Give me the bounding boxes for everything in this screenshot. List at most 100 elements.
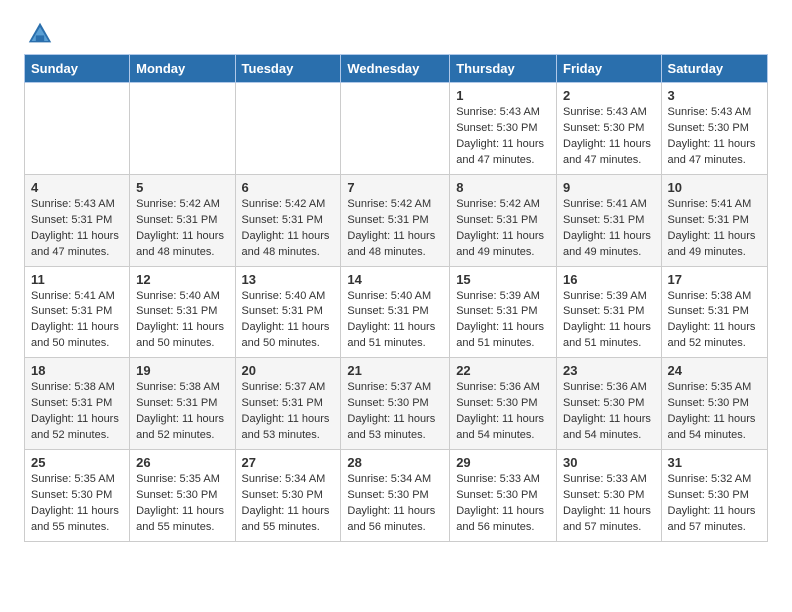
- day-number: 12: [136, 272, 228, 287]
- calendar-table: SundayMondayTuesdayWednesdayThursdayFrid…: [24, 54, 768, 542]
- day-info: Sunrise: 5:41 AMSunset: 5:31 PMDaylight:…: [31, 289, 123, 353]
- day-number: 30: [563, 455, 655, 470]
- day-info: Sunrise: 5:40 AMSunset: 5:31 PMDaylight:…: [347, 289, 443, 353]
- day-info: Sunrise: 5:35 AMSunset: 5:30 PMDaylight:…: [668, 380, 761, 444]
- weekday-header-saturday: Saturday: [661, 55, 767, 83]
- calendar-cell: 14Sunrise: 5:40 AMSunset: 5:31 PMDayligh…: [341, 266, 450, 358]
- calendar-cell: 22 Sunrise: 5:36 AMSunset: 5:30 PMDayligh…: [450, 358, 557, 450]
- calendar-cell: 17Sunrise: 5:38 AMSunset: 5:31 PMDayligh…: [661, 266, 767, 358]
- calendar-cell: 11 Sunrise: 5:41 AMSunset: 5:31 PMDayligh…: [25, 266, 130, 358]
- weekday-header-row: SundayMondayTuesdayWednesdayThursdayFrid…: [25, 55, 768, 83]
- calendar-cell: 30Sunrise: 5:33 AMSunset: 5:30 PMDayligh…: [557, 450, 662, 542]
- day-number: 7: [347, 180, 443, 195]
- calendar-cell: 18 Sunrise: 5:38 AMSunset: 5:31 PMDayligh…: [25, 358, 130, 450]
- day-number: 20: [242, 363, 335, 378]
- week-row-1: 1 Sunrise: 5:43 AMSunset: 5:30 PMDaylight…: [25, 83, 768, 175]
- week-row-3: 11 Sunrise: 5:41 AMSunset: 5:31 PMDayligh…: [25, 266, 768, 358]
- day-info: Sunrise: 5:40 AMSunset: 5:31 PMDaylight:…: [242, 289, 335, 353]
- day-number: 22: [456, 363, 550, 378]
- logo-icon: [26, 20, 54, 48]
- day-info: Sunrise: 5:43 AMSunset: 5:31 PMDaylight:…: [31, 197, 123, 261]
- day-info: Sunrise: 5:36 AMSunset: 5:30 PMDaylight:…: [456, 380, 550, 444]
- day-info: Sunrise: 5:38 AMSunset: 5:31 PMDaylight:…: [31, 380, 123, 444]
- calendar-cell: 29 Sunrise: 5:33 AMSunset: 5:30 PMDayligh…: [450, 450, 557, 542]
- day-number: 16: [563, 272, 655, 287]
- weekday-header-monday: Monday: [130, 55, 235, 83]
- weekday-header-friday: Friday: [557, 55, 662, 83]
- weekday-header-tuesday: Tuesday: [235, 55, 341, 83]
- header: [24, 20, 768, 48]
- calendar-cell: 21 Sunrise: 5:37 AMSunset: 5:30 PMDayligh…: [341, 358, 450, 450]
- calendar-cell: 24 Sunrise: 5:35 AMSunset: 5:30 PMDayligh…: [661, 358, 767, 450]
- weekday-header-thursday: Thursday: [450, 55, 557, 83]
- day-info: Sunrise: 5:38 AMSunset: 5:31 PMDaylight:…: [136, 380, 228, 444]
- calendar-cell: 4 Sunrise: 5:43 AMSunset: 5:31 PMDaylight…: [25, 174, 130, 266]
- calendar-cell: 9 Sunrise: 5:41 AMSunset: 5:31 PMDaylight…: [557, 174, 662, 266]
- week-row-5: 25 Sunrise: 5:35 AMSunset: 5:30 PMDayligh…: [25, 450, 768, 542]
- day-info: Sunrise: 5:42 AMSunset: 5:31 PMDaylight:…: [136, 197, 228, 261]
- calendar-cell: [341, 83, 450, 175]
- calendar-cell: 10 Sunrise: 5:41 AMSunset: 5:31 PMDayligh…: [661, 174, 767, 266]
- day-number: 4: [31, 180, 123, 195]
- day-info: Sunrise: 5:41 AMSunset: 5:31 PMDaylight:…: [668, 197, 761, 261]
- calendar-cell: 27Sunrise: 5:34 AMSunset: 5:30 PMDayligh…: [235, 450, 341, 542]
- day-number: 9: [563, 180, 655, 195]
- calendar-cell: 3Sunrise: 5:43 AMSunset: 5:30 PMDaylight…: [661, 83, 767, 175]
- day-number: 13: [242, 272, 335, 287]
- week-row-2: 4 Sunrise: 5:43 AMSunset: 5:31 PMDaylight…: [25, 174, 768, 266]
- calendar-cell: 23 Sunrise: 5:36 AMSunset: 5:30 PMDayligh…: [557, 358, 662, 450]
- calendar-cell: 28 Sunrise: 5:34 AMSunset: 5:30 PMDayligh…: [341, 450, 450, 542]
- day-number: 24: [668, 363, 761, 378]
- calendar-cell: 2Sunrise: 5:43 AMSunset: 5:30 PMDaylight…: [557, 83, 662, 175]
- day-number: 11: [31, 272, 123, 287]
- page: SundayMondayTuesdayWednesdayThursdayFrid…: [0, 0, 792, 562]
- day-number: 19: [136, 363, 228, 378]
- day-info: Sunrise: 5:43 AMSunset: 5:30 PMDaylight:…: [456, 105, 550, 169]
- calendar-cell: 20 Sunrise: 5:37 AMSunset: 5:31 PMDayligh…: [235, 358, 341, 450]
- calendar-cell: [130, 83, 235, 175]
- day-number: 25: [31, 455, 123, 470]
- day-info: Sunrise: 5:37 AMSunset: 5:30 PMDaylight:…: [347, 380, 443, 444]
- day-info: Sunrise: 5:33 AMSunset: 5:30 PMDaylight:…: [456, 472, 550, 536]
- day-number: 8: [456, 180, 550, 195]
- calendar-cell: 7 Sunrise: 5:42 AMSunset: 5:31 PMDaylight…: [341, 174, 450, 266]
- calendar-cell: 25Sunrise: 5:35 AMSunset: 5:30 PMDayligh…: [25, 450, 130, 542]
- weekday-header-wednesday: Wednesday: [341, 55, 450, 83]
- day-number: 17: [668, 272, 761, 287]
- day-number: 6: [242, 180, 335, 195]
- calendar-cell: 8 Sunrise: 5:42 AMSunset: 5:31 PMDaylight…: [450, 174, 557, 266]
- day-number: 28: [347, 455, 443, 470]
- logo: [24, 20, 54, 48]
- day-number: 2: [563, 88, 655, 103]
- day-info: Sunrise: 5:40 AMSunset: 5:31 PMDaylight:…: [136, 289, 228, 353]
- calendar-cell: 15 Sunrise: 5:39 AMSunset: 5:31 PMDayligh…: [450, 266, 557, 358]
- day-number: 1: [456, 88, 550, 103]
- day-info: Sunrise: 5:39 AMSunset: 5:31 PMDaylight:…: [456, 289, 550, 353]
- weekday-header-sunday: Sunday: [25, 55, 130, 83]
- day-info: Sunrise: 5:32 AMSunset: 5:30 PMDaylight:…: [668, 472, 761, 536]
- day-info: Sunrise: 5:43 AMSunset: 5:30 PMDaylight:…: [668, 105, 761, 169]
- day-number: 26: [136, 455, 228, 470]
- day-number: 5: [136, 180, 228, 195]
- day-number: 29: [456, 455, 550, 470]
- day-number: 18: [31, 363, 123, 378]
- day-number: 15: [456, 272, 550, 287]
- day-info: Sunrise: 5:36 AMSunset: 5:30 PMDaylight:…: [563, 380, 655, 444]
- calendar-cell: 31 Sunrise: 5:32 AMSunset: 5:30 PMDayligh…: [661, 450, 767, 542]
- calendar-cell: 16Sunrise: 5:39 AMSunset: 5:31 PMDayligh…: [557, 266, 662, 358]
- day-number: 21: [347, 363, 443, 378]
- day-info: Sunrise: 5:42 AMSunset: 5:31 PMDaylight:…: [242, 197, 335, 261]
- day-info: Sunrise: 5:41 AMSunset: 5:31 PMDaylight:…: [563, 197, 655, 261]
- day-info: Sunrise: 5:37 AMSunset: 5:31 PMDaylight:…: [242, 380, 335, 444]
- calendar-cell: 19 Sunrise: 5:38 AMSunset: 5:31 PMDayligh…: [130, 358, 235, 450]
- day-info: Sunrise: 5:34 AMSunset: 5:30 PMDaylight:…: [347, 472, 443, 536]
- day-info: Sunrise: 5:42 AMSunset: 5:31 PMDaylight:…: [347, 197, 443, 261]
- day-number: 23: [563, 363, 655, 378]
- calendar-cell: 13 Sunrise: 5:40 AMSunset: 5:31 PMDayligh…: [235, 266, 341, 358]
- day-info: Sunrise: 5:42 AMSunset: 5:31 PMDaylight:…: [456, 197, 550, 261]
- calendar-cell: 12 Sunrise: 5:40 AMSunset: 5:31 PMDayligh…: [130, 266, 235, 358]
- day-number: 31: [668, 455, 761, 470]
- day-number: 10: [668, 180, 761, 195]
- calendar-cell: 5 Sunrise: 5:42 AMSunset: 5:31 PMDaylight…: [130, 174, 235, 266]
- day-info: Sunrise: 5:35 AMSunset: 5:30 PMDaylight:…: [136, 472, 228, 536]
